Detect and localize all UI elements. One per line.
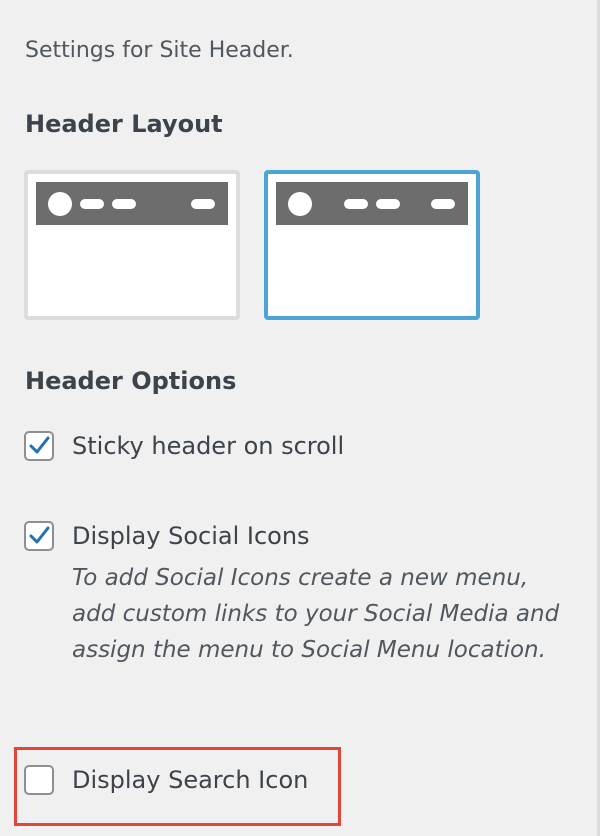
layout-preview-centered [268, 174, 476, 316]
layout-option-centered[interactable] [264, 170, 480, 320]
search-icon-checkbox[interactable] [24, 765, 54, 795]
preview-header-bar [276, 182, 468, 225]
section-description: Settings for Site Header. [25, 38, 294, 63]
layout-option-left-logo[interactable] [24, 170, 240, 320]
menu-pill-icon [431, 199, 455, 209]
menu-pill-icon [191, 199, 215, 209]
social-icons-label[interactable]: Display Social Icons [72, 522, 310, 550]
logo-dot-icon [288, 192, 312, 216]
menu-pill-icon [80, 199, 104, 209]
header-options-title: Header Options [25, 367, 237, 395]
header-layout-title: Header Layout [25, 110, 223, 138]
logo-dot-icon [48, 192, 72, 216]
sticky-header-label[interactable]: Sticky header on scroll [72, 432, 344, 460]
search-icon-label[interactable]: Display Search Icon [72, 766, 308, 794]
social-icons-help-text: To add Social Icons create a new menu, a… [72, 565, 560, 663]
checkmark-icon [29, 526, 50, 544]
menu-pill-icon [344, 199, 368, 209]
sticky-header-checkbox[interactable] [24, 431, 54, 461]
checkmark-icon [29, 436, 50, 454]
menu-pill-icon [112, 199, 136, 209]
menu-pill-icon [376, 199, 400, 209]
social-icons-checkbox[interactable] [24, 521, 54, 551]
preview-header-bar [36, 182, 228, 225]
layout-preview-left-logo [28, 174, 236, 316]
